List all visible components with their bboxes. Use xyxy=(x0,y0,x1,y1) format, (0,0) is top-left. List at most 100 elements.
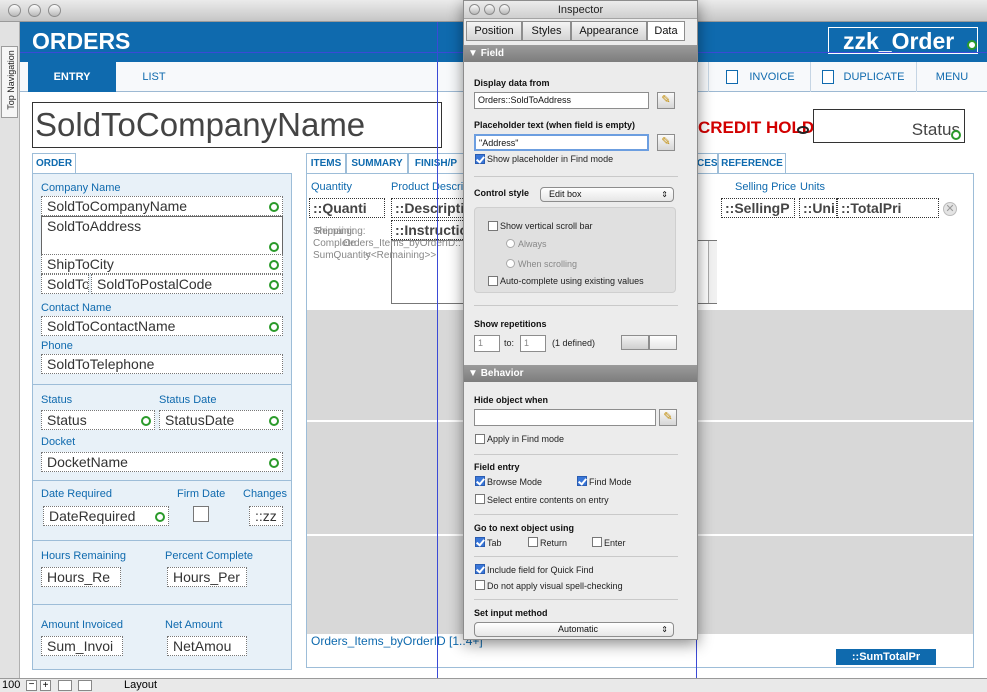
horizontal-orientation-button[interactable] xyxy=(649,335,677,350)
hide-object-label: Hide object when xyxy=(474,395,549,405)
display-data-field[interactable]: Orders::SoldToAddress xyxy=(474,92,649,109)
total-price-cell[interactable]: ::TotalPri xyxy=(837,198,939,218)
zoom-window-button[interactable] xyxy=(48,4,61,17)
search-icon xyxy=(967,40,977,50)
tab-finish[interactable]: FINISH/P xyxy=(408,153,464,173)
zoom-out-button[interactable]: − xyxy=(26,680,37,691)
quantity-cell[interactable]: ::Quanti xyxy=(309,198,385,218)
inspector-zoom-button[interactable] xyxy=(499,4,510,15)
changes-label: Changes xyxy=(243,488,288,500)
nav-list-button[interactable]: LIST xyxy=(116,62,192,92)
changes-field[interactable]: ::zz xyxy=(249,506,283,526)
selling-price-cell[interactable]: ::SellingP xyxy=(721,198,795,218)
inspector-minimize-button[interactable] xyxy=(484,4,495,15)
tab-ces[interactable]: CES xyxy=(696,153,718,173)
tab-items[interactable]: ITEMS xyxy=(306,153,346,173)
state-field[interactable]: SoldTo xyxy=(41,274,89,294)
hours-remaining-field[interactable]: Hours_Re xyxy=(41,567,121,587)
inspector-tab-styles[interactable]: Styles xyxy=(522,21,571,41)
show-placeholder-label: Show placeholder in Find mode xyxy=(487,154,614,164)
find-mode-checkbox[interactable] xyxy=(577,476,587,486)
nav-entry-button[interactable]: ENTRY xyxy=(28,62,116,92)
pencil-icon[interactable]: ✎ xyxy=(657,92,675,109)
nav-menu-button[interactable]: MENU xyxy=(924,62,980,92)
hide-object-field[interactable] xyxy=(474,409,656,426)
company-name-title-field[interactable]: SoldToCompanyName xyxy=(32,102,442,148)
pencil-icon[interactable]: ✎ xyxy=(657,134,675,151)
nav-invoice-button[interactable]: INVOICE xyxy=(742,62,802,92)
autocomplete-checkbox[interactable] xyxy=(488,276,498,286)
postal-code-field[interactable]: SoldToPostalCode xyxy=(91,274,283,294)
status-field[interactable]: Status xyxy=(41,410,155,430)
select-entire-label: Select entire contents on entry xyxy=(487,495,609,505)
zzk-order-field[interactable]: zzk_Order xyxy=(828,27,978,54)
when-scrolling-radio[interactable] xyxy=(506,259,515,268)
apply-find-mode-checkbox[interactable] xyxy=(475,434,485,444)
date-required-field[interactable]: DateRequired xyxy=(43,506,169,526)
company-name-field[interactable]: SoldToCompanyName xyxy=(41,196,283,216)
status-top-field[interactable]: Status xyxy=(813,109,965,143)
hours-remaining-label: Hours Remaining xyxy=(41,550,126,562)
tab-summary[interactable]: SUMMARY xyxy=(346,153,408,173)
inspector-tab-data[interactable]: Data xyxy=(647,21,685,41)
inspector-tab-position[interactable]: Position xyxy=(466,21,522,41)
minimize-window-button[interactable] xyxy=(28,4,41,17)
column-selling-price-label: Selling Price xyxy=(735,181,797,193)
zoom-in-button[interactable]: + xyxy=(40,680,51,691)
repetition-to-field[interactable]: 1 xyxy=(520,335,546,352)
field-section-header[interactable]: ▼ Field xyxy=(464,45,697,62)
section-divider xyxy=(33,384,291,385)
spell-check-checkbox[interactable] xyxy=(475,580,485,590)
docket-field[interactable]: DocketName xyxy=(41,452,283,472)
always-radio[interactable] xyxy=(506,239,515,248)
docket-label: Docket xyxy=(41,436,76,448)
placeholder-text-field[interactable]: "Address" xyxy=(474,134,649,151)
separator xyxy=(474,599,678,600)
delete-row-icon[interactable]: ✕ xyxy=(943,202,957,216)
select-entire-checkbox[interactable] xyxy=(475,494,485,504)
vertical-orientation-button[interactable] xyxy=(621,335,649,350)
firm-date-checkbox[interactable] xyxy=(193,506,209,522)
search-icon xyxy=(155,512,165,522)
layout-guide-vertical[interactable] xyxy=(437,22,438,678)
company-name-label: Company Name xyxy=(41,182,121,194)
return-key-checkbox[interactable] xyxy=(528,537,538,547)
repetition-to-label: to: xyxy=(504,338,515,348)
phone-field[interactable]: SoldToTelephone xyxy=(41,354,283,374)
amount-invoiced-field[interactable]: Sum_Invoi xyxy=(41,636,123,656)
show-placeholder-checkbox[interactable] xyxy=(475,154,485,164)
part-tab-top-navigation[interactable]: Top Navigation xyxy=(1,46,18,118)
net-amount-field[interactable]: NetAmou xyxy=(167,636,247,656)
tab-order[interactable]: ORDER xyxy=(32,153,76,173)
browse-mode-checkbox[interactable] xyxy=(475,476,485,486)
inspector-close-button[interactable] xyxy=(469,4,480,15)
input-method-dropdown[interactable]: Automatic ⇕ xyxy=(474,622,674,637)
status-area-toggle-button[interactable] xyxy=(78,680,92,691)
percent-complete-field[interactable]: Hours_Per xyxy=(167,567,247,587)
nav-duplicate-button[interactable]: DUPLICATE xyxy=(838,62,910,92)
address-field[interactable]: SoldToAddress xyxy=(41,216,283,256)
view-toggle-button[interactable] xyxy=(58,680,72,691)
amount-invoiced-label: Amount Invoiced xyxy=(41,619,123,631)
scrollbar[interactable] xyxy=(708,241,717,303)
quick-find-label: Include field for Quick Find xyxy=(487,565,594,575)
tab-key-checkbox[interactable] xyxy=(475,537,485,547)
city-field[interactable]: ShipToCity xyxy=(41,254,283,274)
vertical-scrollbar-checkbox[interactable] xyxy=(488,221,498,231)
quick-find-checkbox[interactable] xyxy=(475,564,485,574)
placeholder-label: Placeholder text (when field is empty) xyxy=(474,120,636,130)
enter-key-checkbox[interactable] xyxy=(592,537,602,547)
repetition-from-field[interactable]: 1 xyxy=(474,335,500,352)
units-cell[interactable]: ::Uni xyxy=(799,198,837,218)
tab-reference[interactable]: REFERENCE xyxy=(718,153,786,173)
close-window-button[interactable] xyxy=(8,4,21,17)
behavior-section-header[interactable]: ▼ Behavior xyxy=(464,365,697,382)
sum-total-price-field[interactable]: ::SumTotalPr xyxy=(836,649,936,665)
status-date-field[interactable]: StatusDate xyxy=(159,410,283,430)
pencil-icon[interactable]: ✎ xyxy=(659,409,677,426)
tab-key-label: Tab xyxy=(487,538,502,548)
invoice-icon xyxy=(726,70,738,84)
control-style-dropdown[interactable]: Edit box ⇕ xyxy=(540,187,674,202)
contact-name-field[interactable]: SoldToContactName xyxy=(41,316,283,336)
inspector-tab-appearance[interactable]: Appearance xyxy=(571,21,647,41)
